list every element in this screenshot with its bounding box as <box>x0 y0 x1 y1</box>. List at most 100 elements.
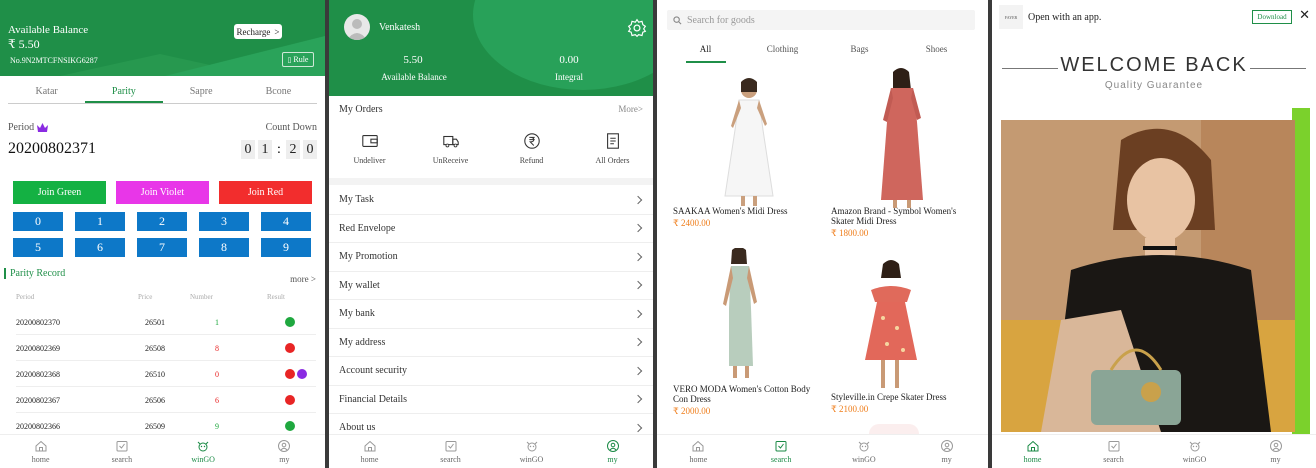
number-button-4[interactable]: 4 <box>261 212 311 231</box>
record-more-link[interactable]: more > <box>290 274 316 284</box>
close-icon[interactable]: ✕ <box>1299 8 1310 23</box>
parity-record-title: Parity Record <box>4 268 65 279</box>
nav-search[interactable]: search <box>1073 435 1154 468</box>
order-shortcuts: Undeliver UnReceive Refund All Orders <box>329 132 653 165</box>
number-button-9[interactable]: 9 <box>261 238 311 257</box>
result-dot <box>285 343 295 353</box>
nav-my[interactable]: my <box>572 435 653 468</box>
undeliver-button[interactable]: Undeliver <box>329 132 410 165</box>
nav-wingo[interactable]: winGO <box>1154 435 1235 468</box>
join-buttons: Join Green Join Violet Join Red <box>13 181 312 204</box>
nav-wingo[interactable]: winGO <box>491 435 572 468</box>
nav-search[interactable]: search <box>740 435 823 468</box>
truck-icon <box>442 135 459 148</box>
product-image <box>831 258 981 392</box>
recharge-label: Recharge <box>236 26 271 37</box>
tab-bcone[interactable]: Bcone <box>240 86 317 103</box>
menu-item-my-task[interactable]: My Task <box>329 186 653 215</box>
tab-sapre[interactable]: Sapre <box>163 86 240 103</box>
nav-wingo[interactable]: winGO <box>163 435 244 468</box>
nav-my[interactable]: my <box>1235 435 1316 468</box>
rupee-icon <box>523 133 540 149</box>
unreceive-button[interactable]: UnReceive <box>410 132 491 165</box>
nav-search[interactable]: search <box>410 435 491 468</box>
download-button[interactable]: Download <box>1252 10 1292 24</box>
record-row: 20200802369 26508 8 <box>16 335 316 361</box>
search-input[interactable]: Search for goods <box>667 10 975 30</box>
product-image <box>673 247 823 386</box>
number-button-7[interactable]: 7 <box>137 238 187 257</box>
profile-menu: My Task Red Envelope My Promotion My wallet… <box>329 186 653 443</box>
tab-parity[interactable]: Parity <box>85 86 163 103</box>
all-orders-label: All Orders <box>595 156 630 165</box>
tab-clothing[interactable]: Clothing <box>744 44 821 66</box>
hero-banner-image[interactable] <box>1001 120 1295 432</box>
nav-search[interactable]: search <box>81 435 162 468</box>
wingo-icon <box>1188 439 1202 455</box>
chevron-right-icon: > <box>274 26 280 37</box>
record-table: 20200802370 26501 1 20200802369 26508 8 202008… <box>16 309 316 439</box>
orders-more-link[interactable]: More> <box>618 104 643 114</box>
recharge-button[interactable]: Recharge > <box>234 24 282 39</box>
nav-home[interactable]: home <box>657 435 740 468</box>
tab-katar[interactable]: Katar <box>8 86 85 103</box>
menu-item-red-envelope[interactable]: Red Envelope <box>329 215 653 243</box>
product-image <box>831 68 981 208</box>
chevron-right-icon <box>633 281 643 290</box>
nav-home[interactable]: home <box>992 435 1073 468</box>
menu-item-my-promotion[interactable]: My Promotion <box>329 243 653 272</box>
next-product-peek <box>869 424 919 434</box>
number-button-6[interactable]: 6 <box>75 238 125 257</box>
all-orders-button[interactable]: All Orders <box>572 132 653 165</box>
bottom-nav: home search winGO my <box>329 434 653 468</box>
avatar[interactable] <box>344 14 370 40</box>
record-number: 9 <box>215 422 219 431</box>
tab-all[interactable]: All <box>667 44 744 66</box>
menu-item-account-security[interactable]: Account security <box>329 357 653 386</box>
col-price: Price <box>138 293 153 301</box>
tab-label: All <box>699 44 712 54</box>
chevron-right-icon <box>633 252 643 261</box>
join-red-button[interactable]: Join Red <box>219 181 312 204</box>
nav-home[interactable]: home <box>0 435 81 468</box>
product-card[interactable]: Styleville.in Crepe Skater Dress ₹ 2100.… <box>831 258 981 415</box>
number-button-0[interactable]: 0 <box>13 212 63 231</box>
nav-label: search <box>1103 455 1124 464</box>
nav-my[interactable]: my <box>905 435 988 468</box>
menu-item-financial-details[interactable]: Financial Details <box>329 386 653 414</box>
integral-value: 0.00 <box>559 54 579 66</box>
product-card[interactable]: Amazon Brand - Symbol Women's Skater Mid… <box>831 68 981 239</box>
menu-item-my-bank[interactable]: My bank <box>329 300 653 329</box>
tab-bags[interactable]: Bags <box>821 44 898 66</box>
join-violet-button[interactable]: Join Violet <box>116 181 209 204</box>
record-number: 0 <box>215 370 219 379</box>
tab-shoes[interactable]: Shoes <box>898 44 975 66</box>
nav-wingo[interactable]: winGO <box>823 435 906 468</box>
join-green-button[interactable]: Join Green <box>13 181 106 204</box>
menu-item-my-wallet[interactable]: My wallet <box>329 272 653 300</box>
profile-screen: Venkatesh 5.50 Available Balance 0.00 In… <box>329 0 653 468</box>
wingo-icon <box>857 439 871 455</box>
number-button-1[interactable]: 1 <box>75 212 125 231</box>
number-button-8[interactable]: 8 <box>199 238 249 257</box>
gear-icon[interactable] <box>627 18 647 38</box>
product-card[interactable]: VERO MODA Women's Cotton Body Con Dress … <box>673 247 823 417</box>
refund-button[interactable]: Refund <box>491 132 572 165</box>
product-card[interactable]: SAAKAA Women's Midi Dress ₹ 2400.00 <box>673 68 823 229</box>
number-button-2[interactable]: 2 <box>137 212 187 231</box>
number-button-5[interactable]: 5 <box>13 238 63 257</box>
balance-value: ₹ 5.50 <box>8 37 40 51</box>
result-dot <box>285 369 295 379</box>
record-row: 20200802368 26510 0 <box>16 361 316 387</box>
nav-home[interactable]: home <box>329 435 410 468</box>
wingo-icon <box>525 439 539 455</box>
search-icon <box>1107 439 1121 455</box>
rule-button[interactable]: ▯ Rule <box>282 52 314 67</box>
my-icon <box>277 439 291 455</box>
number-button-3[interactable]: 3 <box>199 212 249 231</box>
nav-label: home <box>1023 455 1042 464</box>
menu-item-my-address[interactable]: My address <box>329 329 653 357</box>
product-price: ₹ 2400.00 <box>673 218 711 228</box>
record-period: 20200802370 <box>16 318 60 327</box>
nav-my[interactable]: my <box>244 435 325 468</box>
